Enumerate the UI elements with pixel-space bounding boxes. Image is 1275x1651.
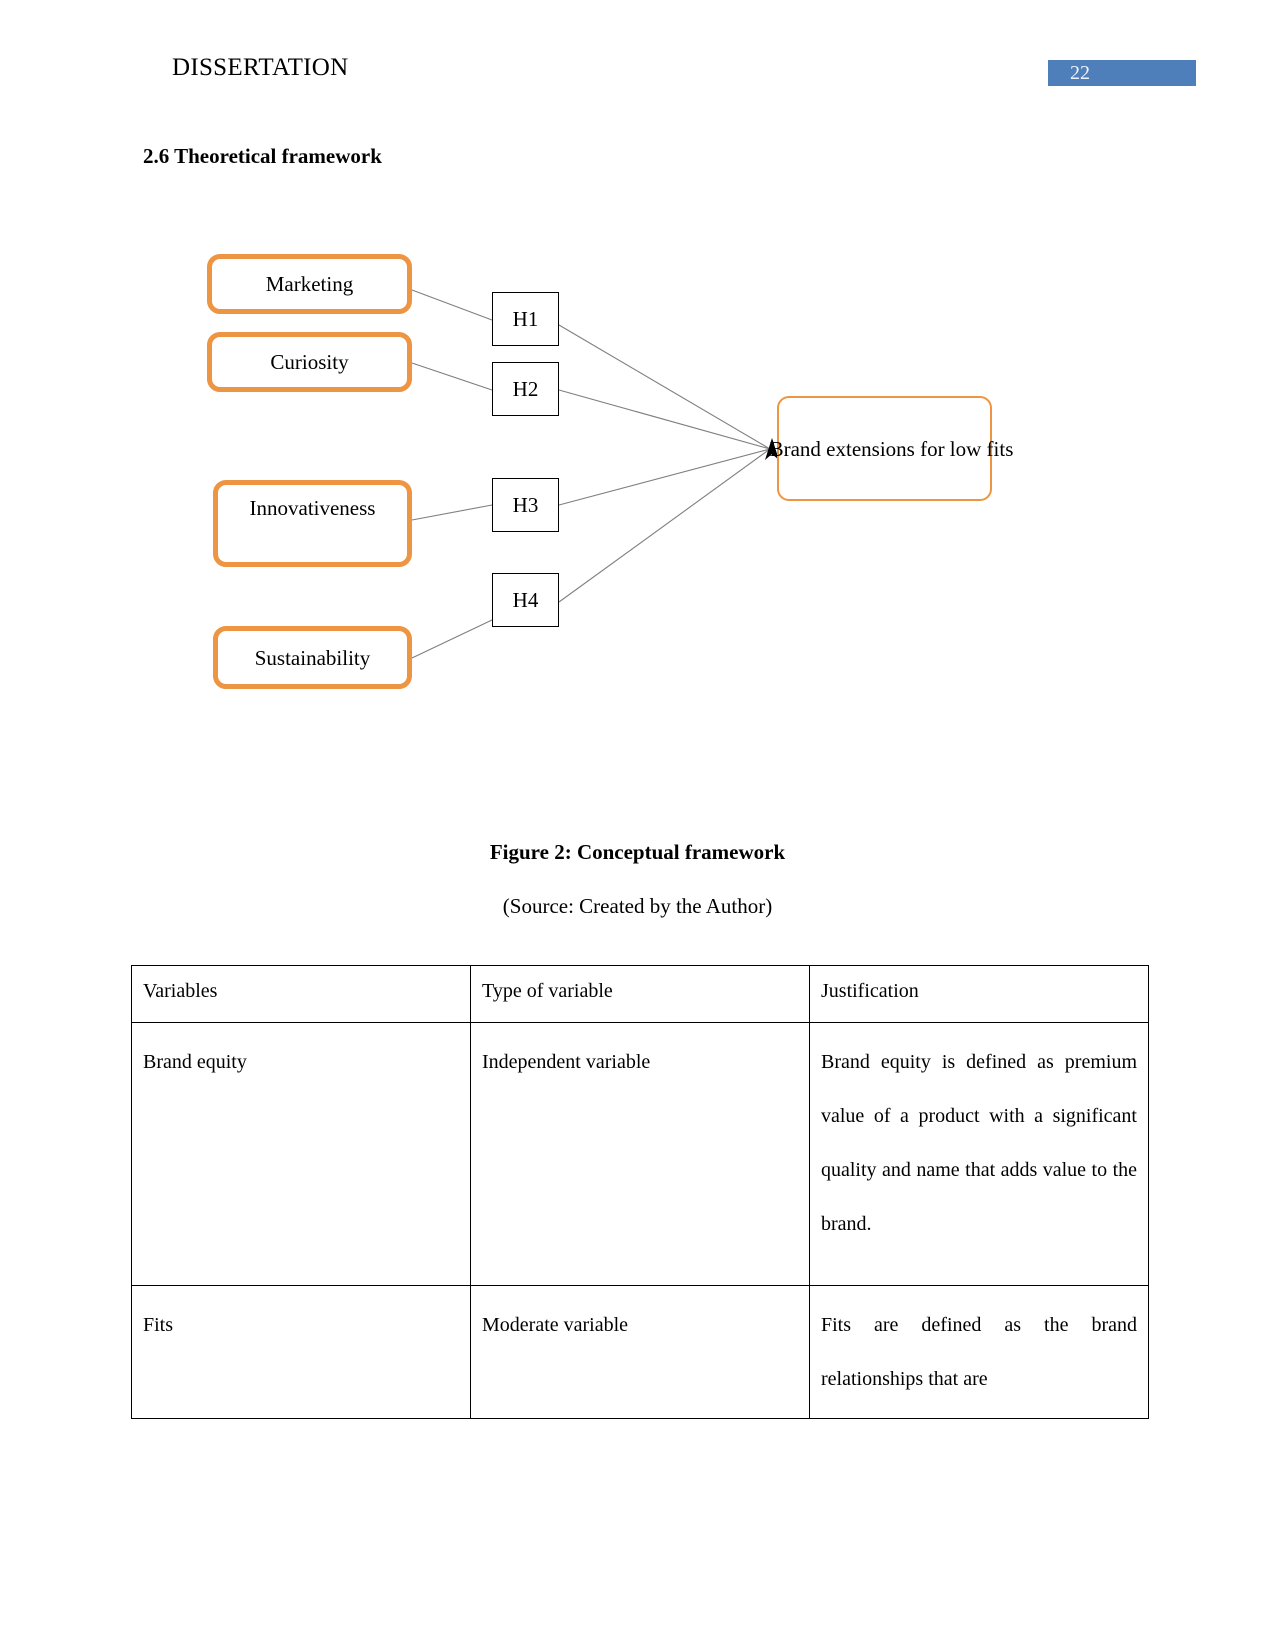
node-curiosity-label: Curiosity (270, 350, 349, 374)
hypothesis-h2-label: H2 (512, 377, 539, 401)
table-cell-variable-text: Brand equity (143, 1051, 247, 1073)
page-number-badge: 22 (1048, 60, 1196, 86)
table-cell-type: Independent variable (470, 1022, 810, 1286)
table-cell-type-text: Independent variable (482, 1051, 651, 1073)
table-cell-variable: Fits (131, 1285, 471, 1419)
table-cell-variable: Brand equity (131, 1022, 471, 1286)
table-cell-justification: Fits are defined as the brand relationsh… (809, 1285, 1149, 1419)
conceptual-framework-diagram: Marketing Curiosity Innovativeness Susta… (0, 230, 1275, 710)
table-header-row: Variables Type of variable Justification (131, 965, 1149, 1023)
hypothesis-box-h3[interactable]: H3 (492, 478, 559, 532)
document-title: DISSERTATION (172, 54, 349, 81)
table-header-cell-justification: Justification (809, 965, 1149, 1023)
table-cell-type: Moderate variable (470, 1285, 810, 1419)
hypothesis-h4-label: H4 (512, 588, 539, 612)
table-header-cell-variables: Variables (131, 965, 471, 1023)
table-header-variables-text: Variables (143, 980, 218, 1002)
table-cell-justification-text: Fits are defined as the brand relationsh… (821, 1314, 1137, 1390)
table-row: Fits Moderate variable Fits are defined … (131, 1285, 1149, 1419)
node-curiosity[interactable]: Curiosity (207, 332, 412, 392)
table-cell-type-text: Moderate variable (482, 1314, 629, 1336)
node-innovativeness-label: Innovativeness (249, 495, 376, 520)
table-cell-justification-text: Brand equity is defined as premium value… (821, 1051, 1137, 1235)
node-sustainability-label: Sustainability (254, 645, 371, 670)
page-number-text: 22 (1070, 62, 1090, 84)
table-cell-justification: Brand equity is defined as premium value… (809, 1022, 1149, 1286)
hypothesis-box-h2[interactable]: H2 (492, 362, 559, 416)
section-heading: 2.6 Theoretical framework (143, 144, 382, 168)
node-sustainability[interactable]: Sustainability (213, 626, 412, 689)
diagram-connector-lines (411, 289, 779, 659)
hypothesis-h1-label: H1 (512, 307, 539, 331)
table-cell-variable-text: Fits (143, 1314, 174, 1336)
hypothesis-box-h1[interactable]: H1 (492, 292, 559, 346)
node-brand-extensions-label: Brand extensions for low fits (769, 436, 1014, 461)
figure-caption: Figure 2: Conceptual framework (489, 840, 786, 864)
table-row: Brand equity Independent variable Brand … (131, 1022, 1149, 1286)
table-header-type-text: Type of variable (482, 980, 613, 1002)
table-header-justification-text: Justification (821, 980, 919, 1002)
node-innovativeness[interactable]: Innovativeness (213, 480, 412, 567)
page-header: DISSERTATION 22 (0, 52, 1275, 92)
table-header-cell-type: Type of variable (470, 965, 810, 1023)
node-marketing[interactable]: Marketing (207, 254, 412, 314)
variables-table: Variables Type of variable Justification… (131, 965, 1149, 1419)
node-brand-extensions-target[interactable]: Brand extensions for low fits (770, 396, 1013, 501)
hypothesis-h3-label: H3 (512, 493, 539, 517)
hypothesis-box-h4[interactable]: H4 (492, 573, 559, 627)
node-marketing-label: Marketing (265, 272, 354, 296)
figure-source-note: (Source: Created by the Author) (502, 894, 773, 918)
